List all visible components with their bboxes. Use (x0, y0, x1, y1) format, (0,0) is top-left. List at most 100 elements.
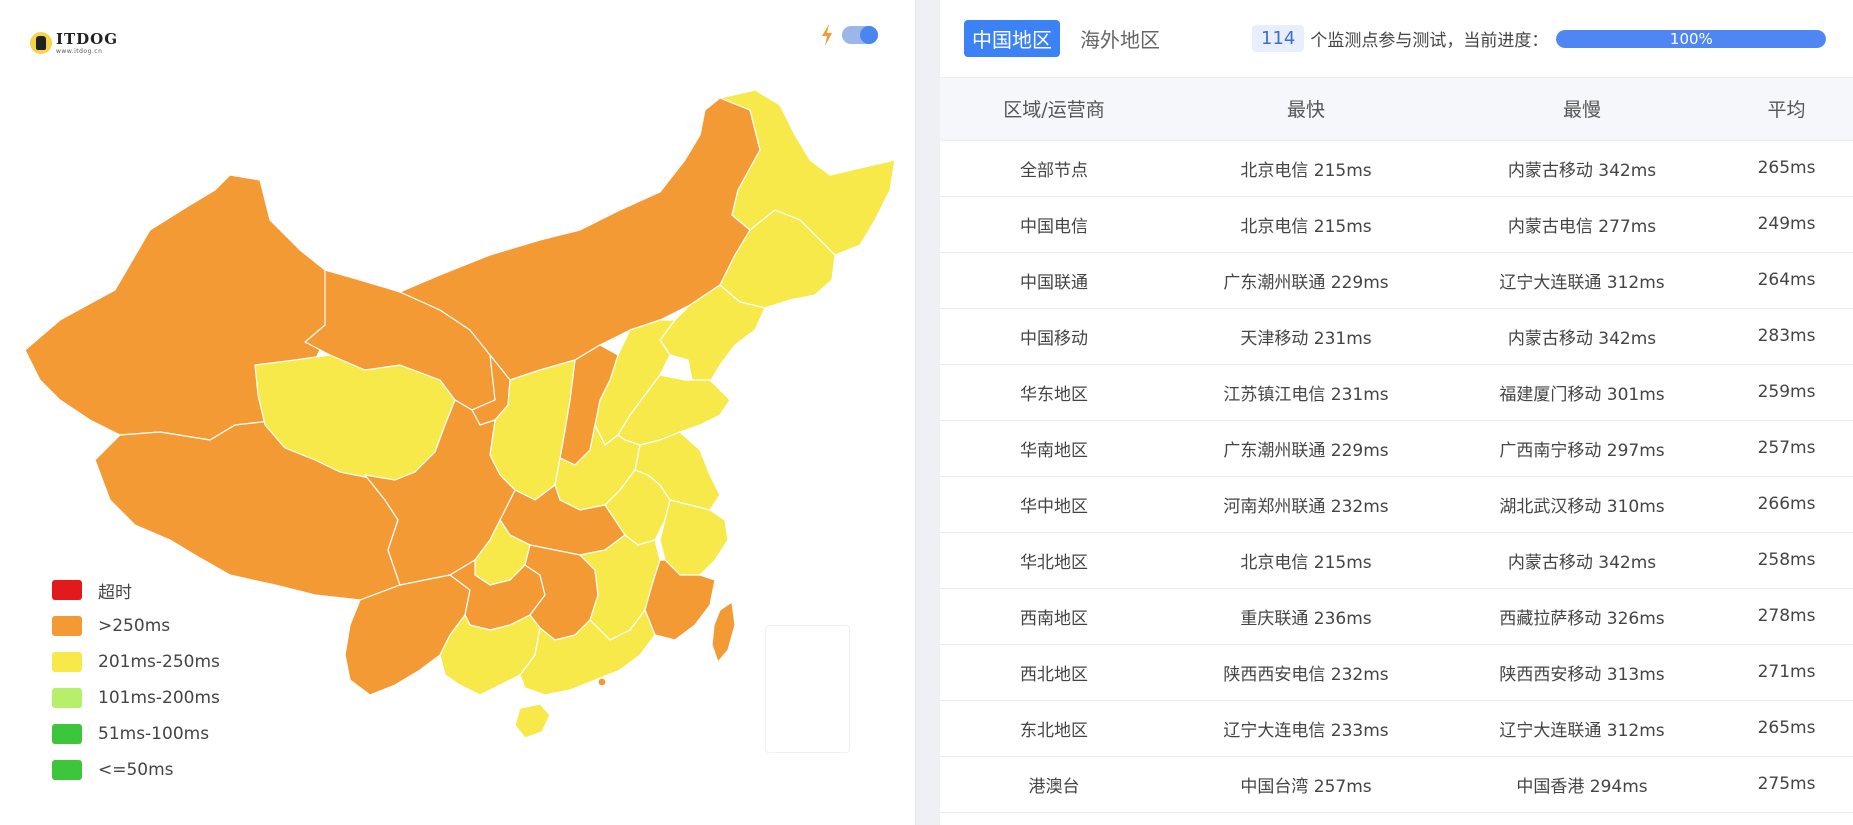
legend-label: 201ms-250ms (98, 652, 220, 672)
table-row: 华南地区 广东潮州联通 229ms 广西南宁移动 297ms 257ms (940, 420, 1853, 477)
legend-item-timeout[interactable]: 超时 (52, 572, 220, 608)
tab-china[interactable]: 中国地区 (964, 20, 1060, 57)
header-average[interactable]: 平均 (1720, 78, 1853, 141)
region-hainan[interactable] (514, 703, 551, 739)
cell-fastest: 江苏镇江电信 231ms (1168, 364, 1444, 421)
itdog-logo: ITDOG www.itdog.cn (30, 28, 118, 58)
progress-text: 个监测点参与测试，当前进度： (1310, 31, 1549, 51)
legend-item-under-50[interactable]: <=50ms (52, 752, 220, 788)
cell-slowest: 湖北武汉移动 310ms (1444, 476, 1720, 533)
table-header-row: 区域/运营商 最快 最慢 平均 (940, 78, 1853, 141)
cell-slowest: 西藏拉萨移动 326ms (1444, 588, 1720, 645)
cell-region: 中国电信 (940, 196, 1168, 253)
cell-region: 全部节点 (940, 140, 1168, 197)
region-zhejiang[interactable] (659, 499, 729, 576)
cell-region: 华东地区 (940, 364, 1168, 421)
legend-item-201-250[interactable]: 201ms-250ms (52, 644, 220, 680)
cell-fastest: 辽宁大连电信 233ms (1168, 700, 1444, 757)
cell-region: 东北地区 (940, 700, 1168, 757)
legend-swatch (52, 652, 82, 672)
legend-label: 101ms-200ms (98, 688, 220, 708)
cell-fastest: 北京电信 215ms (1168, 140, 1444, 197)
legend-label: 超时 (98, 582, 132, 603)
cell-average: 259ms (1720, 364, 1853, 421)
cell-region: 华南地区 (940, 420, 1168, 477)
header-fastest[interactable]: 最快 (1168, 78, 1444, 141)
cell-fastest: 广东潮州联通 229ms (1168, 252, 1444, 309)
legend-swatch (52, 616, 82, 636)
cell-slowest: 福建厦门移动 301ms (1444, 364, 1720, 421)
table-row: 港澳台 中国台湾 257ms 中国香港 294ms 275ms (940, 756, 1853, 813)
cell-fastest: 北京电信 215ms (1168, 532, 1444, 589)
region-taiwan[interactable] (711, 601, 736, 663)
cell-fastest: 重庆联通 236ms (1168, 588, 1444, 645)
cell-average: 265ms (1720, 140, 1853, 197)
cell-fastest: 天津移动 231ms (1168, 308, 1444, 365)
cell-average: 264ms (1720, 252, 1853, 309)
cell-average: 266ms (1720, 476, 1853, 533)
dog-icon (30, 32, 52, 54)
cell-fastest: 广东潮州联通 229ms (1168, 420, 1444, 477)
cell-region: 西北地区 (940, 644, 1168, 701)
legend-item-51-100[interactable]: 51ms-100ms (52, 716, 220, 752)
legend-item-101-200[interactable]: 101ms-200ms (52, 680, 220, 716)
map-panel: ITDOG www.itdog.cn 超时 >250ms 201ms-250ms… (0, 0, 916, 825)
cell-average: 257ms (1720, 420, 1853, 477)
cell-average: 283ms (1720, 308, 1853, 365)
table-row: 华中地区 河南郑州联通 232ms 湖北武汉移动 310ms 266ms (940, 476, 1853, 533)
south-china-sea-inset (765, 625, 850, 753)
logo-title: ITDOG (56, 29, 119, 48)
lightning-icon (822, 24, 832, 46)
cell-slowest: 内蒙古移动 342ms (1444, 308, 1720, 365)
monitor-count: 114 (1252, 25, 1305, 52)
table-row: 西北地区 陕西西安电信 232ms 陕西西安移动 313ms 271ms (940, 644, 1853, 701)
table-row: 华东地区 江苏镇江电信 231ms 福建厦门移动 301ms 259ms (940, 364, 1853, 421)
toggle-area (820, 24, 878, 46)
tabs-bar: 中国地区 海外地区 114 个监测点参与测试，当前进度： 100% (940, 0, 1853, 78)
legend-swatch (52, 760, 82, 780)
table-row: 中国电信 北京电信 215ms 内蒙古电信 277ms 249ms (940, 196, 1853, 253)
results-panel: 中国地区 海外地区 114 个监测点参与测试，当前进度： 100% 区域/运营商… (940, 0, 1853, 825)
cell-average: 275ms (1720, 756, 1853, 813)
tab-overseas[interactable]: 海外地区 (1072, 20, 1168, 57)
cell-slowest: 陕西西安移动 313ms (1444, 644, 1720, 701)
region-hongkong[interactable] (597, 677, 607, 687)
header-region[interactable]: 区域/运营商 (940, 78, 1168, 141)
cell-average: 258ms (1720, 532, 1853, 589)
cell-slowest: 中国香港 294ms (1444, 756, 1720, 813)
table-row: 中国移动 天津移动 231ms 内蒙古移动 342ms 283ms (940, 308, 1853, 365)
cell-slowest: 内蒙古移动 342ms (1444, 532, 1720, 589)
logo-subtitle: www.itdog.cn (56, 47, 103, 55)
cell-region: 西南地区 (940, 588, 1168, 645)
cell-slowest: 内蒙古电信 277ms (1444, 196, 1720, 253)
cell-slowest: 辽宁大连联通 312ms (1444, 252, 1720, 309)
cell-region: 港澳台 (940, 756, 1168, 813)
cell-slowest: 辽宁大连联通 312ms (1444, 700, 1720, 757)
cell-average: 249ms (1720, 196, 1853, 253)
cell-region: 中国联通 (940, 252, 1168, 309)
legend-item-over-250[interactable]: >250ms (52, 608, 220, 644)
cell-average: 265ms (1720, 700, 1853, 757)
table-row: 华北地区 北京电信 215ms 内蒙古移动 342ms 258ms (940, 532, 1853, 589)
display-toggle[interactable] (842, 26, 878, 44)
cell-average: 271ms (1720, 644, 1853, 701)
cell-slowest: 广西南宁移动 297ms (1444, 420, 1720, 477)
progress-label: 100% (1669, 29, 1713, 48)
cell-region: 华北地区 (940, 532, 1168, 589)
results-table: 区域/运营商 最快 最慢 平均 全部节点 北京电信 215ms 内蒙古移动 34… (940, 78, 1853, 813)
cell-region: 中国移动 (940, 308, 1168, 365)
progress-bar: 100% (1556, 29, 1827, 48)
legend-label: <=50ms (98, 760, 174, 780)
legend-swatch (52, 724, 82, 744)
toggle-knob (860, 26, 878, 44)
legend-swatch (52, 688, 82, 708)
cell-fastest: 北京电信 215ms (1168, 196, 1444, 253)
progress-info: 114 个监测点参与测试，当前进度： 100% (1252, 25, 1827, 52)
table-row: 中国联通 广东潮州联通 229ms 辽宁大连联通 312ms 264ms (940, 252, 1853, 309)
legend: 超时 >250ms 201ms-250ms 101ms-200ms 51ms-1… (52, 572, 220, 788)
header-slowest[interactable]: 最慢 (1444, 78, 1720, 141)
table-row: 西南地区 重庆联通 236ms 西藏拉萨移动 326ms 278ms (940, 588, 1853, 645)
table-row: 东北地区 辽宁大连电信 233ms 辽宁大连联通 312ms 265ms (940, 700, 1853, 757)
cell-fastest: 陕西西安电信 232ms (1168, 644, 1444, 701)
legend-swatch (52, 580, 82, 600)
